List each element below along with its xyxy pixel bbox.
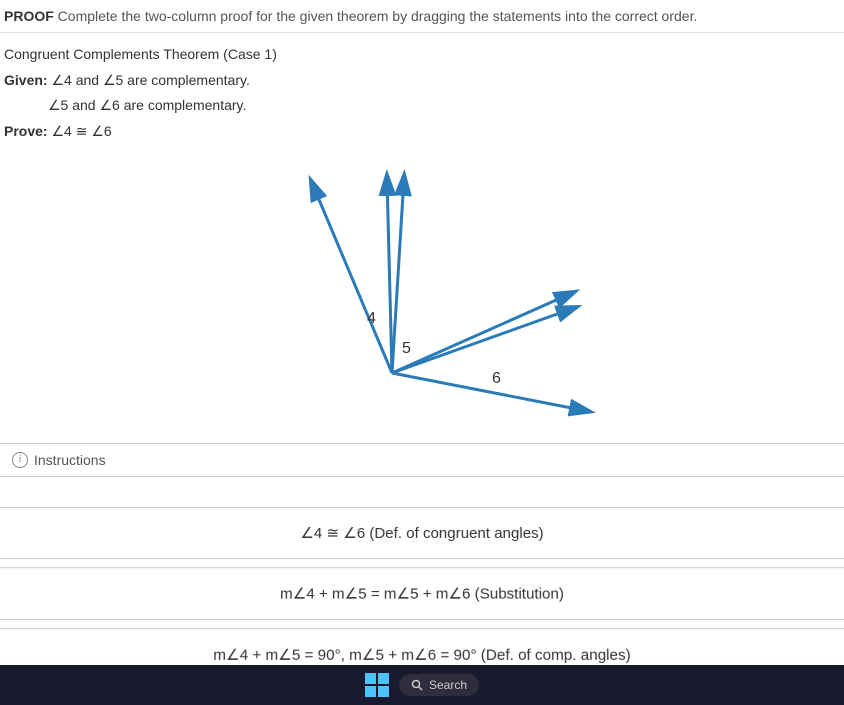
proof-instruction: Complete the two-column proof for the gi… bbox=[58, 8, 698, 24]
problem-setup: Congruent Complements Theorem (Case 1) G… bbox=[0, 33, 844, 153]
instructions-label: Instructions bbox=[34, 452, 106, 468]
given-line-2: ∠5 and ∠6 are complementary. bbox=[4, 94, 840, 116]
search-icon bbox=[411, 679, 423, 691]
taskbar: Search bbox=[0, 665, 844, 705]
diagram-label-5: 5 bbox=[402, 340, 411, 357]
taskbar-search[interactable]: Search bbox=[399, 674, 479, 696]
taskbar-search-label: Search bbox=[429, 678, 467, 692]
diagram-label-4: 4 bbox=[367, 310, 376, 327]
info-icon: i bbox=[12, 452, 28, 468]
prove-line: Prove: ∠4 ≅ ∠6 bbox=[4, 120, 840, 142]
diagram-label-6: 6 bbox=[492, 370, 501, 387]
start-button[interactable] bbox=[365, 673, 389, 697]
angle-diagram: 4 5 6 bbox=[0, 153, 844, 443]
statement-row-2[interactable]: m∠4 + m∠5 = m∠5 + m∠6 (Substitution) bbox=[0, 567, 844, 620]
statement-row-1[interactable]: ∠4 ≅ ∠6 (Def. of congruent angles) bbox=[0, 506, 844, 558]
page-content: PROOF Complete the two-column proof for … bbox=[0, 0, 844, 705]
proof-header: PROOF Complete the two-column proof for … bbox=[0, 0, 844, 33]
given-line-1: Given: ∠4 and ∠5 are complementary. bbox=[4, 69, 840, 91]
proof-label: PROOF bbox=[4, 8, 54, 24]
theorem-title: Congruent Complements Theorem (Case 1) bbox=[4, 43, 840, 65]
statements-area: ∠4 ≅ ∠6 (Def. of congruent angles) m∠4 +… bbox=[0, 477, 844, 681]
prove-text: ∠4 ≅ ∠6 bbox=[51, 123, 111, 139]
given-text-1: ∠4 and ∠5 are complementary. bbox=[51, 72, 249, 88]
angle-diagram-svg: 4 5 6 bbox=[242, 163, 602, 423]
given-label: Given: bbox=[4, 72, 48, 88]
prove-label: Prove: bbox=[4, 123, 48, 139]
instructions-row[interactable]: i Instructions bbox=[0, 443, 844, 477]
